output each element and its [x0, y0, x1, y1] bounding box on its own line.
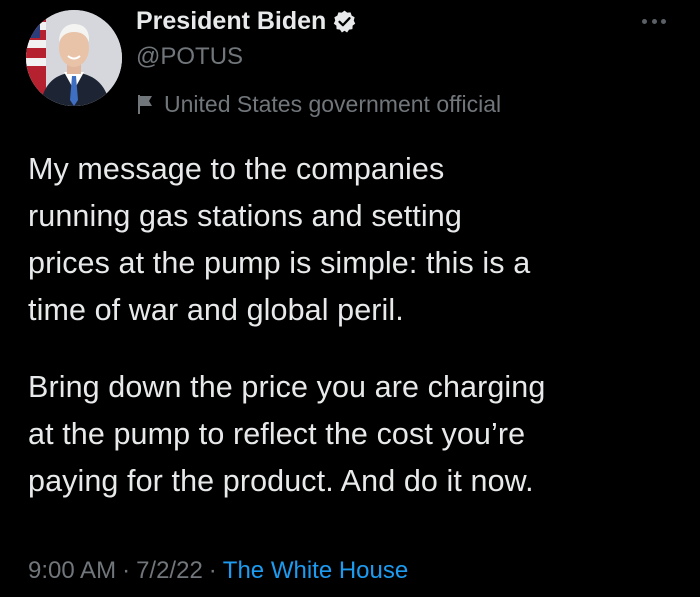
separator: · — [208, 557, 217, 584]
tweet-time[interactable]: 9:00 AM — [28, 557, 116, 584]
account-label-text: United States government official — [164, 90, 502, 117]
tweet-paragraph: Bring down the price you are charging at… — [28, 370, 546, 498]
account-label: United States government official — [136, 89, 501, 119]
avatar[interactable] — [26, 10, 122, 106]
more-options-icon[interactable] — [636, 12, 672, 30]
source-link[interactable]: The White House — [223, 557, 408, 584]
name-row: President Biden — [136, 4, 501, 38]
tweet-date[interactable]: 7/2/22 — [136, 557, 203, 584]
dot — [642, 18, 647, 24]
display-name[interactable]: President Biden — [136, 7, 326, 36]
separator: · — [122, 557, 131, 584]
tweet-paragraph: My message to the companies running gas … — [28, 152, 531, 327]
handle[interactable]: @POTUS — [136, 42, 501, 72]
dot — [661, 18, 666, 24]
avatar-photo — [26, 10, 122, 106]
tweet-metadata: 9:00 AM · 7/2/22 · The White House — [28, 556, 408, 586]
tweet-header: President Biden @POTUS United States gov… — [136, 4, 501, 119]
flag-icon — [136, 93, 156, 115]
tweet: President Biden @POTUS United States gov… — [0, 0, 700, 597]
dot — [651, 18, 657, 24]
verified-badge-icon — [332, 9, 357, 34]
